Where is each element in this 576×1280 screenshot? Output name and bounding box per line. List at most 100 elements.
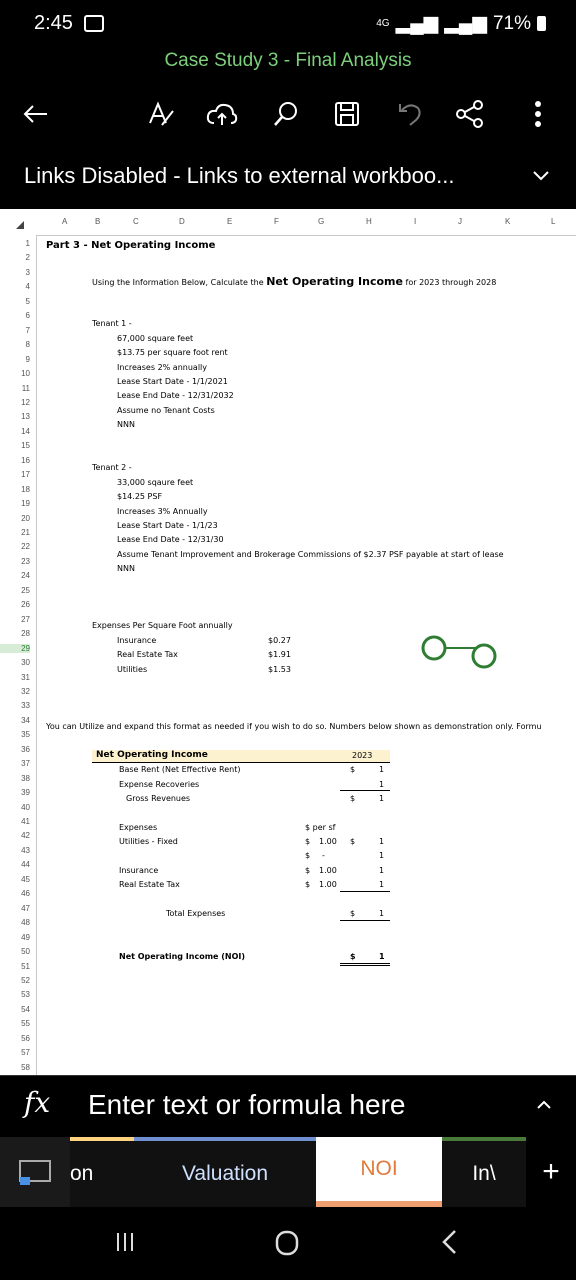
row-header[interactable]: 14 [0,427,30,436]
tenant2-line[interactable]: 33,000 sqaure feet [117,478,193,487]
expense-value-utilities[interactable]: $1.53 [268,665,291,674]
expense-label-utilities[interactable]: Utilities [117,665,147,674]
tenant1-line[interactable]: 67,000 square feet [117,334,193,343]
function-icon[interactable]: fx [24,1086,50,1119]
year-header[interactable]: 2023 [352,751,372,760]
chevron-up-icon[interactable] [536,1094,552,1115]
row-header[interactable]: 39 [0,788,30,797]
column-header[interactable]: C [133,217,139,226]
row-header[interactable]: 12 [0,398,30,407]
tenant1-line[interactable]: $13.75 per square foot rent [117,348,228,357]
blank-psf[interactable]: - [322,851,325,860]
column-header[interactable]: I [414,217,416,226]
row-header[interactable]: 5 [0,297,30,306]
row-header[interactable]: 52 [0,976,30,985]
expenses-label[interactable]: Expenses [119,823,157,832]
row-header[interactable]: 2 [0,253,30,262]
row-header[interactable]: 9 [0,355,30,364]
row-header[interactable]: 30 [0,658,30,667]
column-header[interactable]: K [505,217,510,226]
row-header[interactable]: 49 [0,933,30,942]
expense-recoveries-value[interactable]: 1 [379,780,384,789]
row-header[interactable]: 26 [0,600,30,609]
row-header[interactable]: 45 [0,875,30,884]
column-header[interactable]: A [62,217,67,226]
home-icon[interactable] [274,1229,300,1257]
row-header[interactable]: 20 [0,514,30,523]
row-header[interactable]: 47 [0,904,30,913]
tenant2-line[interactable]: Increases 3% Annually [117,507,208,516]
insurance-label[interactable]: Insurance [119,866,158,875]
tenant2-line[interactable]: Lease Start Date - 1/1/23 [117,521,218,530]
part-title[interactable]: Part 3 - Net Operating Income [46,240,215,251]
column-header[interactable]: G [318,217,324,226]
base-rent-value[interactable]: 1 [379,765,384,774]
tenant1-line[interactable]: Increases 2% annually [117,363,207,372]
row-header[interactable]: 58 [0,1063,30,1072]
row-header[interactable]: 53 [0,990,30,999]
row-header[interactable]: 33 [0,701,30,710]
gross-revenues-label[interactable]: Gross Revenues [126,794,190,803]
row-header[interactable]: 13 [0,412,30,421]
per-sf-header[interactable]: $ per sf [305,823,335,832]
insurance-value[interactable]: 1 [379,866,384,875]
row-header[interactable]: 10 [0,369,30,378]
row-header[interactable]: 4 [0,282,30,291]
back-nav-icon[interactable] [440,1229,458,1255]
demo-note[interactable]: You can Utilize and expand this format a… [46,722,542,731]
tenant2-line[interactable]: Lease End Date - 12/31/30 [117,535,224,544]
row-header[interactable]: 25 [0,586,30,595]
row-header[interactable]: 54 [0,1005,30,1014]
row-header[interactable]: 18 [0,485,30,494]
column-header[interactable]: L [551,217,555,226]
tenant1-line[interactable]: Lease Start Date - 1/1/2021 [117,377,228,386]
document-title[interactable]: Case Study 3 - Final Analysis [0,50,576,72]
row-header[interactable]: 24 [0,571,30,580]
expense-value-tax[interactable]: $1.91 [268,650,291,659]
tenant1-header[interactable]: Tenant 1 - [92,319,132,328]
select-all-icon[interactable] [16,221,24,229]
row-header[interactable]: 1 [0,239,30,248]
total-expenses-value[interactable]: 1 [379,909,384,918]
row-header[interactable]: 8 [0,340,30,349]
tenant2-header[interactable]: Tenant 2 - [92,463,132,472]
row-header[interactable]: 19 [0,499,30,508]
row-header[interactable]: 51 [0,962,30,971]
row-header[interactable]: 43 [0,846,30,855]
column-header[interactable]: J [458,217,462,226]
utilities-value[interactable]: 1 [379,837,384,846]
row-header[interactable]: 37 [0,759,30,768]
tab-noi[interactable]: NOI [316,1137,442,1207]
row-header[interactable]: 50 [0,947,30,956]
utilities-fixed-label[interactable]: Utilities - Fixed [119,837,178,846]
sheet-list-icon[interactable] [0,1137,70,1207]
row-header[interactable]: 40 [0,803,30,812]
row-header[interactable]: 35 [0,730,30,739]
real-estate-tax-label[interactable]: Real Estate Tax [119,880,180,889]
selection-handles-icon[interactable] [420,631,500,671]
expenses-title[interactable]: Expenses Per Square Foot annually [92,621,233,630]
row-header[interactable]: 46 [0,889,30,898]
share-icon[interactable] [452,96,488,132]
noi-header[interactable]: Net Operating Income [96,750,208,760]
row-header[interactable]: 48 [0,918,30,927]
row-header[interactable]: 6 [0,311,30,320]
column-header[interactable]: D [179,217,185,226]
expense-label-tax[interactable]: Real Estate Tax [117,650,178,659]
tenant1-line[interactable]: Assume no Tenant Costs [117,406,215,415]
row-header[interactable]: 57 [0,1048,30,1057]
instructions[interactable]: Using the Information Below, Calculate t… [92,275,496,288]
chevron-down-icon[interactable] [532,165,550,188]
more-options-icon[interactable] [520,96,556,132]
formula-input[interactable]: Enter text or formula here [88,1089,405,1121]
row-header[interactable]: 22 [0,542,30,551]
tab-valuation[interactable]: Valuation [134,1137,316,1207]
utilities-psf[interactable]: 1.00 [319,837,337,846]
row-header[interactable]: 21 [0,528,30,537]
row-header[interactable]: 7 [0,326,30,335]
gross-revenues-value[interactable]: 1 [379,794,384,803]
tenant2-line[interactable]: $14.25 PSF [117,492,162,501]
real-estate-tax-psf[interactable]: 1.00 [319,880,337,889]
spreadsheet-grid[interactable]: A B C D E F G H I J K L 1 2 3 4 5 6 7 8 9 10 11 12 1… [0,209,576,1075]
row-header[interactable]: 28 [0,629,30,638]
